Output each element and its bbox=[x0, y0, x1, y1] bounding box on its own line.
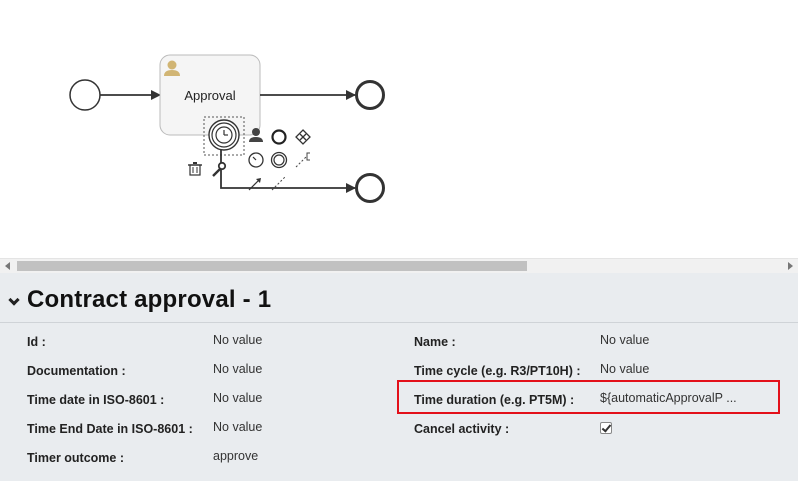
approval-task[interactable]: Approval bbox=[159, 54, 261, 136]
end-event-icon[interactable] bbox=[271, 129, 287, 145]
scroll-right-icon[interactable] bbox=[788, 262, 793, 270]
time-date-value[interactable]: No value bbox=[213, 391, 262, 405]
sequence-flow-timer[interactable] bbox=[220, 150, 356, 193]
id-label: Id : bbox=[27, 335, 46, 349]
delete-icon[interactable] bbox=[188, 162, 202, 176]
diagram-canvas[interactable]: Approval bbox=[0, 0, 798, 258]
documentation-value[interactable]: No value bbox=[213, 362, 262, 376]
timer-outcome-value[interactable]: approve bbox=[213, 449, 258, 463]
start-event[interactable] bbox=[69, 79, 101, 111]
horizontal-scrollbar[interactable] bbox=[0, 258, 798, 273]
intermediate-event-icon[interactable] bbox=[270, 151, 288, 169]
documentation-label: Documentation : bbox=[27, 364, 126, 378]
time-date-label: Time date in ISO-8601 : bbox=[27, 393, 165, 407]
time-cycle-label: Time cycle (e.g. R3/PT10H) : bbox=[414, 364, 581, 378]
bpmn-diagram: Approval bbox=[69, 54, 385, 203]
gateway-icon[interactable] bbox=[295, 129, 311, 145]
properties-header: Contract approval - 1 bbox=[0, 273, 798, 323]
end-event[interactable] bbox=[355, 80, 385, 110]
time-end-date-value[interactable]: No value bbox=[213, 420, 262, 434]
name-label: Name : bbox=[414, 335, 456, 349]
properties-panel: Contract approval - 1 Id : No value Docu… bbox=[0, 273, 798, 481]
task-label: Approval bbox=[184, 88, 235, 103]
wrench-icon[interactable] bbox=[212, 161, 227, 177]
panel-title: Contract approval - 1 bbox=[27, 286, 272, 313]
time-cycle-value[interactable]: No value bbox=[600, 362, 649, 376]
time-end-date-label: Time End Date in ISO-8601 : bbox=[27, 422, 193, 436]
highlight-annotation bbox=[397, 380, 780, 414]
chevron-down-icon[interactable] bbox=[8, 294, 20, 306]
scrollbar-thumb[interactable] bbox=[17, 261, 527, 271]
cancel-activity-checkbox[interactable] bbox=[600, 422, 612, 434]
id-value[interactable]: No value bbox=[213, 333, 262, 347]
cancel-activity-label: Cancel activity : bbox=[414, 422, 510, 436]
intermediate-timer-icon[interactable] bbox=[248, 152, 264, 168]
text-annotation-icon[interactable] bbox=[295, 152, 310, 168]
end-event-timer[interactable] bbox=[355, 173, 385, 203]
name-value[interactable]: No value bbox=[600, 333, 649, 347]
scroll-left-icon[interactable] bbox=[5, 262, 10, 270]
timer-icon[interactable] bbox=[208, 119, 240, 151]
timer-outcome-label: Timer outcome : bbox=[27, 451, 125, 465]
